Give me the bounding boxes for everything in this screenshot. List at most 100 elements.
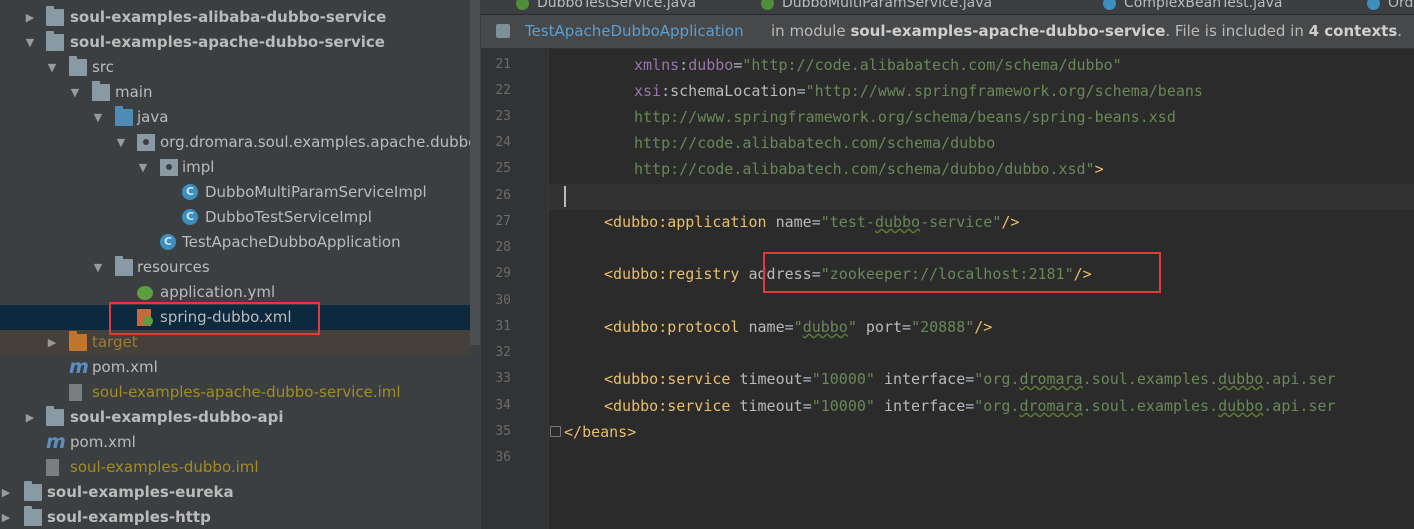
tree-scrollbar[interactable] [470, 0, 480, 345]
yaml-file-icon [137, 286, 153, 300]
editor-tabs: DubboTestService.java DubboMultiParamSer… [481, 0, 1414, 14]
contexts-link[interactable]: 4 contexts [1309, 22, 1398, 40]
tree-item-root-pom-xml[interactable]: m pom.xml [0, 430, 470, 455]
package-icon [137, 134, 155, 151]
tree-item-label: TestApacheDubboApplication [182, 233, 401, 251]
run-config-icon [496, 24, 510, 38]
line-number: 29 [495, 266, 511, 281]
tab-ord[interactable]: Ord [1367, 0, 1413, 14]
expand-arrow-icon[interactable]: ▶ [24, 405, 36, 430]
code-line-23[interactable]: http://www.springframework.org/schema/be… [634, 108, 1176, 126]
context-info-bar: TestApacheDubboApplication in module sou… [481, 15, 1414, 49]
expand-arrow-icon[interactable]: ▶ [46, 330, 58, 355]
tree-item-java[interactable]: ▼ java [0, 105, 470, 130]
code-line-33[interactable]: <dubbo:service timeout="10000" interface… [604, 370, 1336, 388]
tree-item-http[interactable]: ▶ soul-examples-http [0, 505, 470, 529]
context-description: in module soul-examples-apache-dubbo-ser… [771, 22, 1403, 40]
project-tree-panel: ▶ soul-examples-alibaba-dubbo-service ▼ … [0, 0, 481, 529]
class-icon [1367, 0, 1380, 10]
highlight-box [763, 252, 1161, 293]
interface-icon [761, 0, 774, 10]
tree-item-main[interactable]: ▼ main [0, 80, 470, 105]
expand-arrow-icon[interactable]: ▶ [0, 505, 12, 529]
tree-item-label: soul-examples-alibaba-dubbo-service [70, 8, 387, 26]
resources-folder-icon [115, 256, 133, 276]
tab-dubbo-test-service[interactable]: DubboTestService.java [516, 0, 696, 14]
interface-icon [516, 0, 529, 10]
module-folder-icon [24, 481, 42, 501]
tab-complex-bean-test[interactable]: ComplexBeanTest.java [1103, 0, 1282, 14]
code-line-35[interactable]: </beans> [564, 423, 636, 441]
line-number: 32 [495, 345, 511, 360]
collapse-arrow-icon[interactable]: ▼ [69, 80, 81, 105]
code-line-27[interactable]: <dubbo:application name="test-dubbo-serv… [604, 213, 1019, 231]
tree-item-pom-xml[interactable]: m pom.xml [0, 355, 470, 380]
collapse-arrow-icon[interactable]: ▼ [46, 55, 58, 80]
tree-item-apache-dubbo-service[interactable]: ▼ soul-examples-apache-dubbo-service [0, 30, 470, 55]
line-number: 28 [495, 240, 511, 255]
tree-item-module-iml[interactable]: soul-examples-apache-dubbo-service.iml [0, 380, 470, 405]
folder-icon [69, 56, 87, 76]
line-number: 34 [495, 398, 511, 413]
tree-item-src[interactable]: ▼ src [0, 55, 470, 80]
line-number: 23 [495, 109, 511, 124]
tree-item-resources[interactable]: ▼ resources [0, 255, 470, 280]
expand-arrow-icon[interactable]: ▶ [0, 480, 12, 505]
spring-boot-class-icon: C [160, 234, 176, 250]
tree-item-dubbo-api[interactable]: ▶ soul-examples-dubbo-api [0, 405, 470, 430]
iml-file-icon [46, 459, 59, 476]
tree-item-dubbo-iml[interactable]: soul-examples-dubbo.iml [0, 455, 470, 480]
module-folder-icon [46, 406, 64, 426]
line-number: 26 [495, 188, 511, 203]
code-line-34[interactable]: <dubbo:service timeout="10000" interface… [604, 397, 1336, 415]
context-app-link[interactable]: TestApacheDubboApplication [525, 15, 744, 48]
tree-item-label: resources [137, 258, 210, 276]
tree-item-package[interactable]: ▼ org.dromara.soul.examples.apache.dubbo… [0, 130, 470, 155]
iml-file-icon [69, 384, 82, 401]
collapse-arrow-icon[interactable]: ▼ [137, 155, 149, 180]
line-number: 27 [495, 214, 511, 229]
code-line-31[interactable]: <dubbo:protocol name="dubbo" port="20888… [604, 318, 992, 336]
tree-item-alibaba-dubbo-service[interactable]: ▶ soul-examples-alibaba-dubbo-service [0, 5, 470, 30]
package-icon [160, 159, 178, 176]
maven-icon: m [69, 356, 89, 378]
collapse-arrow-icon[interactable]: ▼ [115, 130, 127, 155]
code-line-21[interactable]: xmlns:dubbo="http://code.alibabatech.com… [634, 56, 1122, 74]
tree-item-label: pom.xml [70, 433, 136, 451]
tree-item-label: soul-examples-dubbo.iml [70, 458, 259, 476]
tree-item-label: pom.xml [92, 358, 158, 376]
line-number: 21 [495, 57, 511, 72]
tree-item-label: org.dromara.soul.examples.apache.dubbo.s… [160, 133, 470, 151]
tree-item-label: soul-examples-http [47, 508, 211, 526]
excluded-folder-icon [69, 331, 87, 351]
collapse-arrow-icon[interactable]: ▼ [92, 105, 104, 130]
tree-item-test-apache-dubbo-application[interactable]: C TestApacheDubboApplication [0, 230, 470, 255]
code-line-25[interactable]: http://code.alibabatech.com/schema/dubbo… [634, 160, 1104, 178]
maven-icon: m [46, 431, 66, 453]
line-number: 25 [495, 161, 511, 176]
collapse-arrow-icon[interactable]: ▼ [24, 30, 36, 55]
collapse-arrow-icon[interactable]: ▼ [92, 255, 104, 280]
tree-item-label: DubboMultiParamServiceImpl [205, 183, 427, 201]
tree-item-label: src [92, 58, 114, 76]
tab-dubbo-multi-param-service[interactable]: DubboMultiParamService.java [761, 0, 992, 14]
code-line-22[interactable]: xsi:schemaLocation="http://www.springfra… [634, 82, 1203, 100]
expand-arrow-icon[interactable]: ▶ [24, 5, 36, 30]
tree-item-dubbo-multi-param-service-impl[interactable]: C DubboMultiParamServiceImpl [0, 180, 470, 205]
fold-marker-icon[interactable] [550, 426, 561, 437]
tree-item-label: DubboTestServiceImpl [205, 208, 372, 226]
java-class-icon: C [182, 184, 198, 200]
module-folder-icon [24, 506, 42, 526]
line-number: 24 [495, 135, 511, 150]
tree-item-eureka[interactable]: ▶ soul-examples-eureka [0, 480, 470, 505]
line-number: 33 [495, 371, 511, 386]
current-line-highlight [549, 184, 1414, 210]
tree-item-impl[interactable]: ▼ impl [0, 155, 470, 180]
tree-item-label: java [137, 108, 169, 126]
code-line-24[interactable]: http://code.alibabatech.com/schema/dubbo [634, 134, 995, 152]
line-number: 31 [495, 319, 511, 334]
tree-item-dubbo-test-service-impl[interactable]: C DubboTestServiceImpl [0, 205, 470, 230]
tree-item-label: soul-examples-eureka [47, 483, 234, 501]
class-icon [1103, 0, 1116, 10]
highlight-box [109, 302, 320, 335]
